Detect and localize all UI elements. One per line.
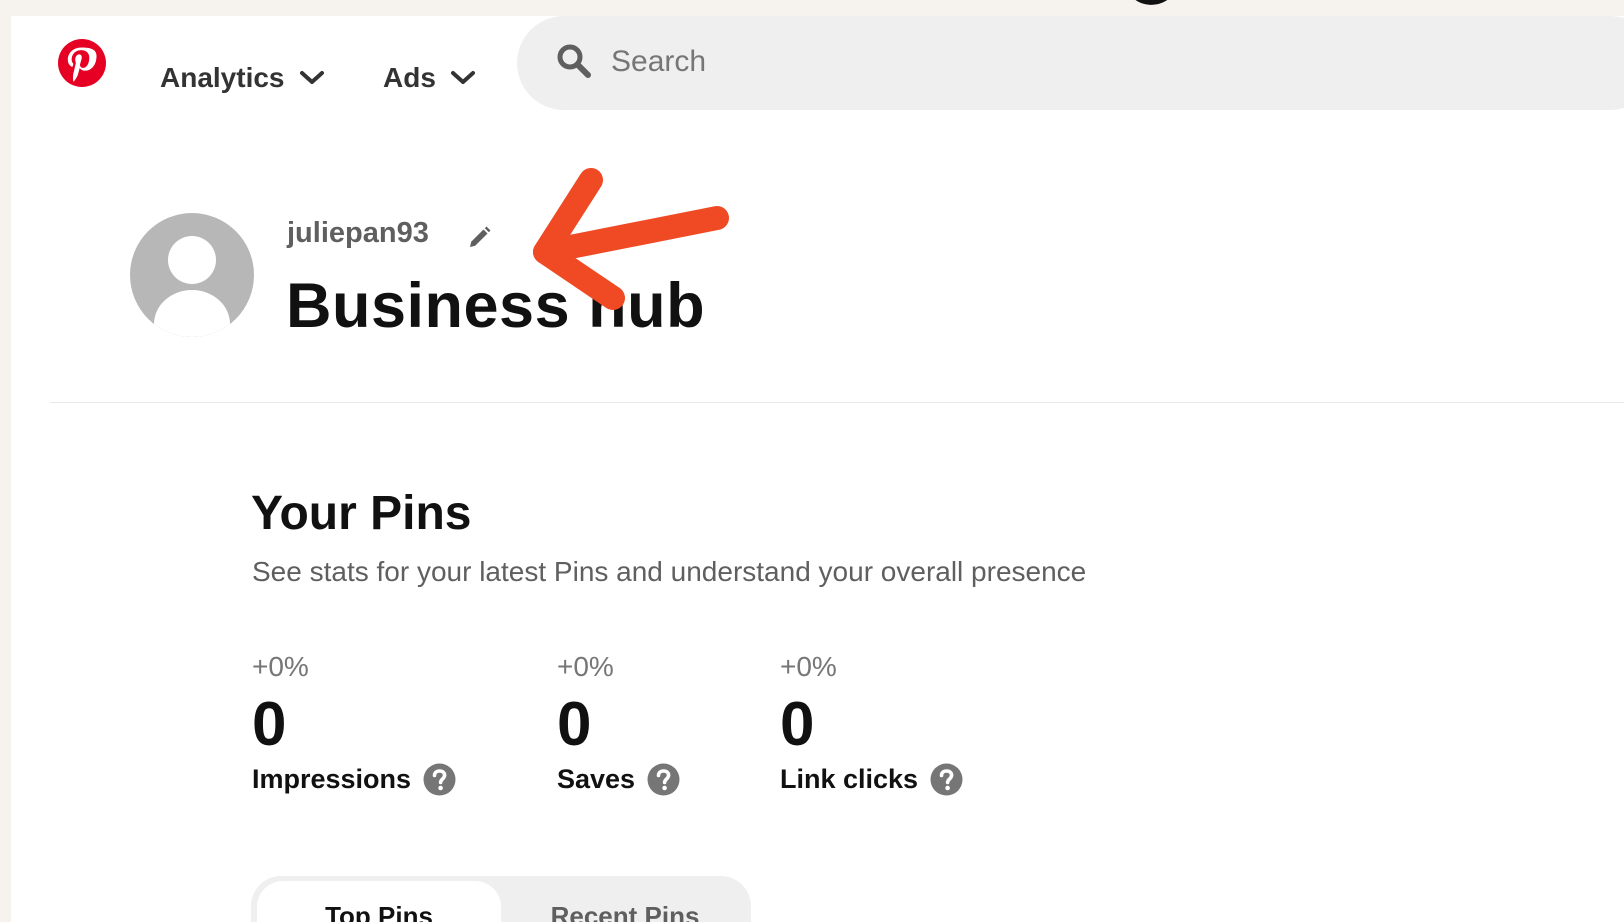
stat-value: 0 xyxy=(780,690,815,759)
ads-menu[interactable]: Ads xyxy=(383,62,476,94)
help-icon[interactable] xyxy=(647,763,680,796)
annotation-arrow-icon xyxy=(533,168,729,310)
stat-change: +0% xyxy=(780,651,837,682)
stat-label: Impressions xyxy=(252,764,412,794)
analytics-menu[interactable]: Analytics xyxy=(160,62,325,94)
help-icon[interactable] xyxy=(930,763,963,796)
pinterest-logo-icon[interactable] xyxy=(57,38,107,88)
ads-menu-label: Ads xyxy=(383,62,436,93)
chevron-down-icon xyxy=(299,71,324,84)
default-avatar-icon[interactable] xyxy=(129,212,255,338)
pins-tab-bar: Top Pins Recent Pins xyxy=(251,876,751,922)
stat-link-clicks: +0% 0 Link clicks xyxy=(780,651,963,796)
analytics-menu-label: Analytics xyxy=(160,62,285,93)
stat-saves: +0% 0 Saves xyxy=(557,651,680,796)
search-placeholder: Search xyxy=(611,45,707,78)
cropped-glyph-decoration xyxy=(1135,0,1168,5)
stat-label: Saves xyxy=(557,764,636,794)
help-icon[interactable] xyxy=(423,763,456,796)
stat-change: +0% xyxy=(252,651,309,682)
pencil-icon[interactable] xyxy=(467,226,491,250)
stat-value: 0 xyxy=(557,690,592,759)
tab-top-pins[interactable]: Top Pins xyxy=(257,881,501,922)
section-subtitle: See stats for your latest Pins and under… xyxy=(252,556,1087,587)
username: juliepan93 xyxy=(287,217,429,249)
header-divider xyxy=(50,402,1624,403)
search-icon xyxy=(557,44,591,78)
stat-value: 0 xyxy=(252,690,287,759)
tab-recent-pins[interactable]: Recent Pins xyxy=(503,881,747,922)
chevron-down-icon xyxy=(450,71,475,84)
search-input[interactable]: Search xyxy=(517,16,1624,110)
section-title: Your Pins xyxy=(251,487,472,540)
stat-impressions: +0% 0 Impressions xyxy=(252,651,456,796)
business-hub-page: Analytics Ads Search juliepan93 Business… xyxy=(11,16,1624,922)
stat-change: +0% xyxy=(557,651,614,682)
stat-label: Link clicks xyxy=(780,764,919,794)
